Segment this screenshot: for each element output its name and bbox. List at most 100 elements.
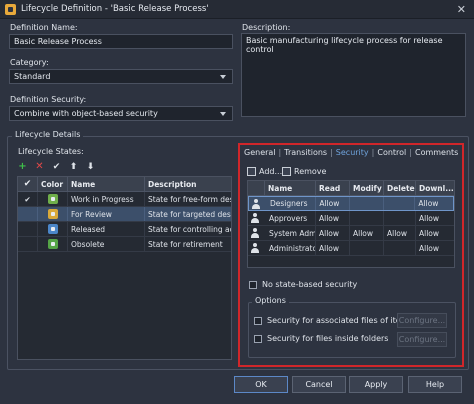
definition-name-label: Definition Name: xyxy=(10,23,78,32)
no-state-security-checkbox[interactable] xyxy=(249,280,257,289)
associated-files-option[interactable]: Security for associated files of items xyxy=(254,316,413,325)
states-col-color[interactable]: Color xyxy=(38,177,68,191)
definition-name-input[interactable]: Basic Release Process xyxy=(9,34,233,49)
state-color-icon xyxy=(47,194,58,204)
state-row[interactable]: Released State for controlling acc... xyxy=(18,222,231,237)
inside-folders-checkbox[interactable] xyxy=(254,334,262,343)
description-textarea[interactable]: Basic manufacturing lifecycle process fo… xyxy=(241,33,466,117)
state-check: ✔ xyxy=(18,192,38,206)
security-download[interactable]: Allow xyxy=(416,226,454,240)
states-col-check[interactable]: ✔ xyxy=(18,177,38,191)
security-col-name[interactable]: Name xyxy=(265,181,316,195)
close-icon[interactable]: ✕ xyxy=(457,3,466,16)
category-select[interactable]: Standard xyxy=(9,69,233,84)
configure-associated-button[interactable]: Configure... xyxy=(397,313,447,328)
lifecycle-states-label: Lifecycle States: xyxy=(18,147,84,156)
options-legend: Options xyxy=(252,296,289,305)
security-delete[interactable] xyxy=(384,241,416,255)
remove-user-icon xyxy=(282,167,291,176)
state-name: Released xyxy=(68,222,145,236)
security-download[interactable]: Allow xyxy=(415,197,453,210)
security-download[interactable]: Allow xyxy=(416,241,454,255)
security-read[interactable]: Allow xyxy=(316,226,350,240)
cancel-button[interactable]: Cancel xyxy=(292,376,346,393)
no-state-security-option[interactable]: No state-based security xyxy=(249,280,357,289)
security-row[interactable]: Designers Allow Allow xyxy=(248,196,454,211)
remove-access-button[interactable]: Remove xyxy=(282,167,326,176)
state-row[interactable]: ✔ Work in Progress State for free-form d… xyxy=(18,192,231,207)
security-grid: Name Read Modify Delete Downl... Designe… xyxy=(247,180,455,268)
title-bar: Lifecycle Definition - 'Basic Release Pr… xyxy=(0,0,474,19)
tab-separator: | xyxy=(409,148,412,157)
security-modify[interactable] xyxy=(350,197,384,210)
state-row[interactable]: For Review State for targeted desi... xyxy=(18,207,231,222)
security-name: Designers xyxy=(270,199,308,208)
options-group xyxy=(248,302,456,358)
security-col-modify[interactable]: Modify xyxy=(350,181,384,195)
security-col-download[interactable]: Downl... xyxy=(416,181,454,195)
security-modify[interactable]: Allow xyxy=(350,226,384,240)
app-icon xyxy=(5,3,16,15)
tab-control[interactable]: Control xyxy=(377,148,406,157)
definition-security-label: Definition Security: xyxy=(10,95,87,104)
definition-security-select[interactable]: Combine with object-based security xyxy=(9,106,233,121)
security-name-cell: Administrator xyxy=(248,241,316,255)
add-icon[interactable]: + xyxy=(17,161,28,172)
security-name-cell: Designers xyxy=(249,197,317,210)
category-label: Category: xyxy=(10,58,49,67)
lifecycle-states-grid: ✔ Color Name Description ✔ Work in Progr… xyxy=(17,176,232,360)
security-delete[interactable] xyxy=(384,197,416,210)
security-delete[interactable]: Allow xyxy=(384,226,416,240)
security-read[interactable]: Allow xyxy=(316,241,350,255)
arrow-up-icon[interactable]: ⬆ xyxy=(68,161,79,172)
state-check xyxy=(18,222,38,236)
category-value: Standard xyxy=(14,72,51,81)
tab-transitions[interactable]: Transitions xyxy=(284,148,327,157)
security-download[interactable]: Allow xyxy=(416,211,454,225)
arrow-down-icon[interactable]: ⬇ xyxy=(85,161,96,172)
associated-files-checkbox[interactable] xyxy=(254,316,262,325)
security-name-cell: Approvers xyxy=(248,211,316,225)
security-grid-header: Name Read Modify Delete Downl... xyxy=(248,181,454,196)
add-user-icon xyxy=(247,167,256,176)
inside-folders-label: Security for files inside folders xyxy=(267,334,389,343)
state-color-cell xyxy=(38,207,68,221)
states-col-description[interactable]: Description xyxy=(145,177,231,191)
security-read[interactable]: Allow xyxy=(316,211,350,225)
user-icon xyxy=(250,243,260,253)
configure-folders-button[interactable]: Configure... xyxy=(397,332,447,347)
add-access-label: Add... xyxy=(259,167,283,176)
state-row[interactable]: Obsolete State for retirement xyxy=(18,237,231,252)
security-modify[interactable] xyxy=(350,241,384,255)
window-title: Lifecycle Definition - 'Basic Release Pr… xyxy=(21,4,209,14)
security-col-read[interactable]: Read xyxy=(316,181,350,195)
apply-button[interactable]: Apply xyxy=(349,376,403,393)
tab-separator: | xyxy=(371,148,375,157)
security-modify[interactable] xyxy=(350,211,384,225)
state-color-cell xyxy=(38,192,68,206)
states-col-name[interactable]: Name xyxy=(68,177,145,191)
delete-icon[interactable]: ✕ xyxy=(34,161,45,172)
security-col-delete[interactable]: Delete xyxy=(384,181,416,195)
help-button[interactable]: Help xyxy=(408,376,462,393)
security-read[interactable]: Allow xyxy=(316,197,350,210)
security-name: System Admin xyxy=(269,228,316,238)
check-icon[interactable]: ✔ xyxy=(51,161,62,172)
tab-security[interactable]: Security xyxy=(336,148,369,157)
definition-security-value: Combine with object-based security xyxy=(14,109,158,118)
security-delete[interactable] xyxy=(384,211,416,225)
security-row[interactable]: System Admin Allow Allow Allow Allow xyxy=(248,226,454,241)
tab-separator: | xyxy=(330,148,333,157)
security-row[interactable]: Administrator Allow Allow xyxy=(248,241,454,256)
tab-comments[interactable]: Comments xyxy=(415,148,458,157)
state-color-icon xyxy=(47,209,58,219)
state-check xyxy=(18,237,38,251)
add-access-button[interactable]: Add... xyxy=(247,167,282,176)
user-icon xyxy=(250,213,260,223)
associated-files-label: Security for associated files of items xyxy=(267,316,413,325)
inside-folders-option[interactable]: Security for files inside folders xyxy=(254,334,388,343)
security-row[interactable]: Approvers Allow Allow xyxy=(248,211,454,226)
ok-button[interactable]: OK xyxy=(234,376,288,393)
tab-general[interactable]: General xyxy=(244,148,276,157)
security-name-cell: System Admin xyxy=(248,226,316,240)
